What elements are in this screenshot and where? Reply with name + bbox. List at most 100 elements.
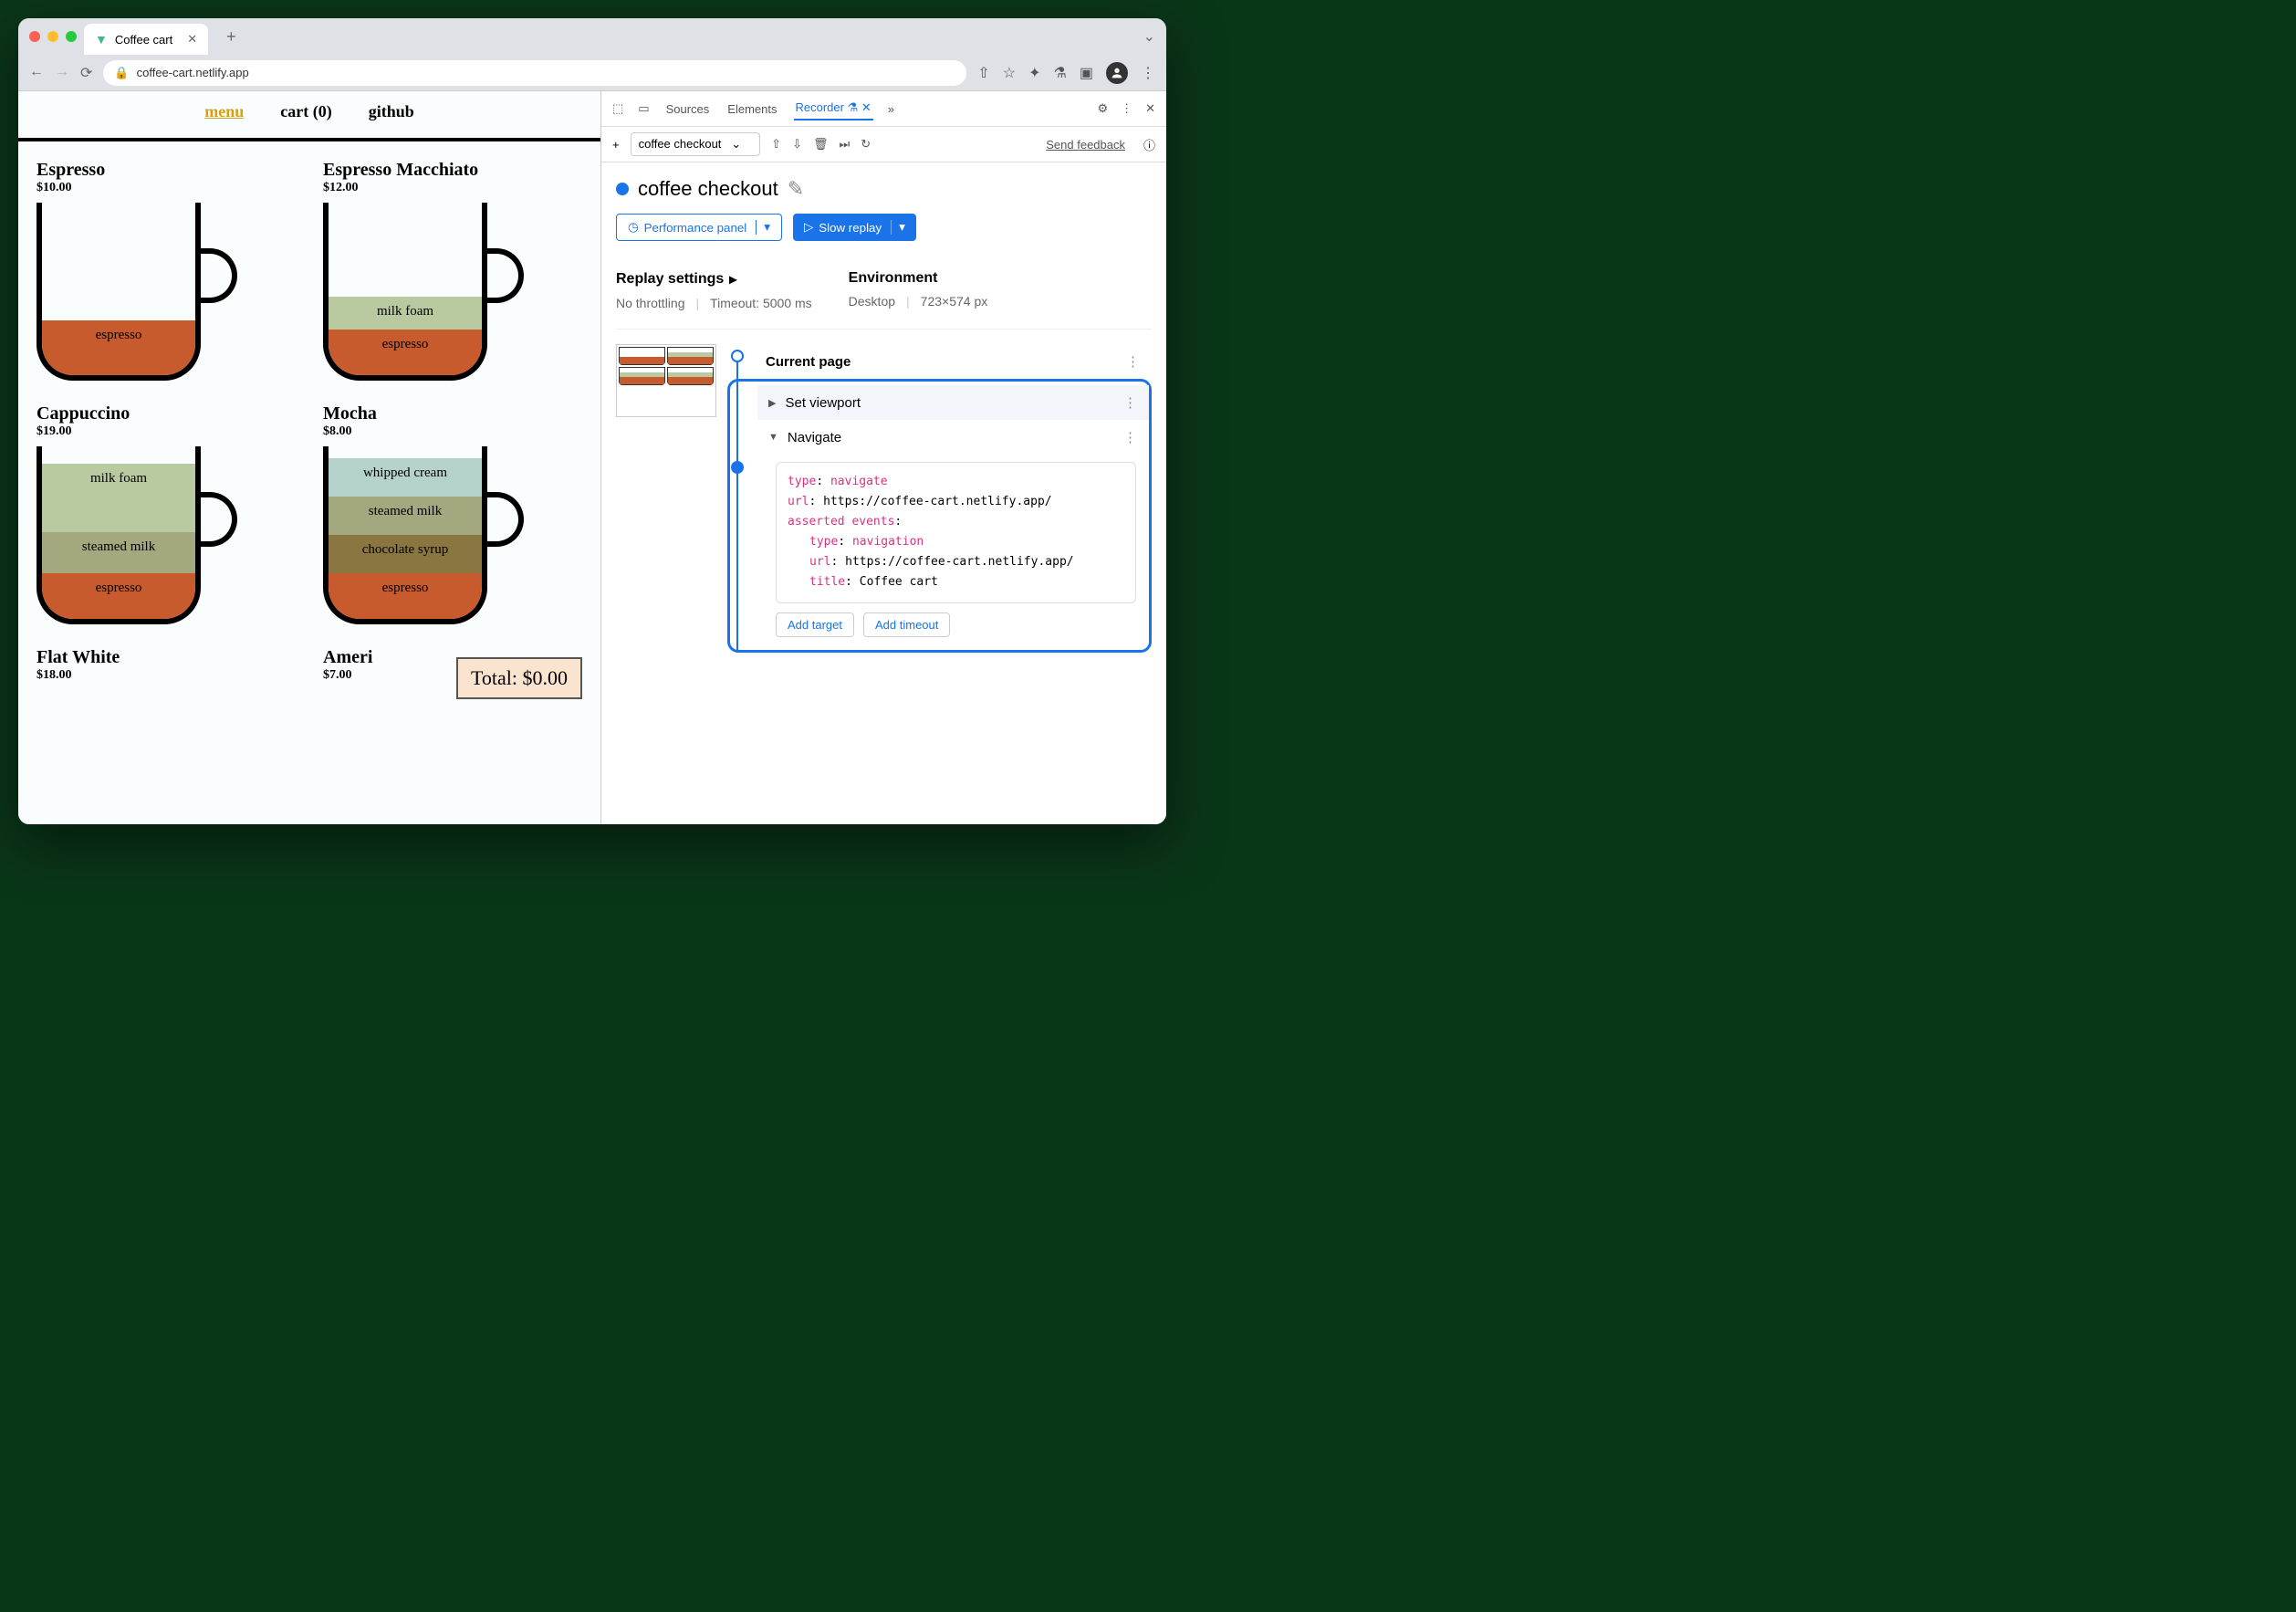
nav-menu-link[interactable]: menu: [204, 102, 244, 121]
tab-title: Coffee cart: [115, 33, 172, 47]
total-badge[interactable]: Total: $0.00: [456, 657, 582, 699]
close-devtools-icon[interactable]: ✕: [1145, 101, 1155, 116]
settings-row: Replay settings ▸ No throttling | Timeou…: [616, 259, 1152, 330]
mug-icon: whipped cream steamed milk chocolate syr…: [323, 446, 524, 629]
layer-espresso: espresso: [329, 330, 482, 375]
gauge-icon: ◷: [628, 220, 639, 235]
step-current-page[interactable]: Current page ⋮: [755, 344, 1152, 379]
viewport-value: 723×574 px: [921, 294, 988, 309]
chevron-down-icon[interactable]: ▾: [756, 220, 770, 235]
back-button[interactable]: ←: [29, 64, 44, 82]
maximize-window-button[interactable]: [66, 31, 77, 42]
help-icon[interactable]: ⓘ: [1143, 136, 1155, 153]
recording-title: coffee checkout: [638, 177, 778, 201]
labs-icon[interactable]: ⚗: [1054, 64, 1067, 82]
export-icon[interactable]: ⇧: [771, 137, 781, 152]
add-target-button[interactable]: Add target: [776, 612, 854, 637]
inspect-icon[interactable]: ⬚: [612, 101, 623, 116]
coffee-item-macchiato[interactable]: Espresso Macchiato $12.00 milk foam espr…: [323, 160, 582, 385]
menu-kebab-icon[interactable]: ⋮: [1141, 64, 1155, 82]
play-icon: ▷: [804, 220, 813, 235]
tabs-chevron-icon[interactable]: ⌄: [1143, 27, 1155, 46]
account-icon[interactable]: [1106, 62, 1128, 84]
coffee-price: $10.00: [37, 181, 296, 195]
tab-sources[interactable]: Sources: [664, 99, 712, 120]
edit-title-icon[interactable]: ✎: [788, 177, 804, 201]
step-action-buttons: Add target Add timeout: [776, 612, 1149, 637]
layer-espresso: espresso: [329, 573, 482, 619]
nav-github-link[interactable]: github: [369, 102, 414, 121]
close-tab-icon[interactable]: ✕: [187, 32, 197, 47]
send-feedback-link[interactable]: Send feedback: [1046, 138, 1125, 152]
coffee-price: $12.00: [323, 181, 582, 195]
devtools-kebab-icon[interactable]: ⋮: [1121, 101, 1132, 116]
titlebar: ▼ Coffee cart ✕ + ⌄: [18, 18, 1166, 55]
recording-dot-icon: [616, 183, 629, 195]
mug-icon: milk foam steamed milk espresso: [37, 446, 237, 629]
share-icon[interactable]: ⇧: [977, 64, 989, 82]
layer-espresso: espresso: [42, 320, 195, 375]
step-label: Current page: [766, 354, 851, 370]
step-kebab-icon[interactable]: ⋮: [1123, 394, 1138, 411]
chevron-right-icon: ▸: [729, 270, 736, 288]
layer-steamedmilk: steamed milk: [329, 497, 482, 535]
reload-button[interactable]: ⟳: [80, 64, 92, 82]
add-recording-icon[interactable]: +: [612, 138, 620, 152]
more-tabs-icon[interactable]: »: [888, 102, 894, 116]
add-timeout-button[interactable]: Add timeout: [863, 612, 950, 637]
step-kebab-icon[interactable]: ⋮: [1126, 353, 1141, 370]
coffee-price: $18.00: [37, 668, 296, 683]
recording-title-row: coffee checkout ✎: [616, 177, 1152, 201]
coffee-item-mocha[interactable]: Mocha $8.00 whipped cream steamed milk c…: [323, 403, 582, 629]
import-icon[interactable]: ⇩: [792, 137, 802, 152]
loop-icon[interactable]: ↻: [861, 137, 871, 152]
recording-select[interactable]: coffee checkout ⌄: [631, 132, 761, 156]
layer-milkfoam: milk foam: [329, 297, 482, 330]
slow-replay-button[interactable]: ▷ Slow replay ▾: [793, 214, 916, 241]
content-area: menu cart (0) github Espresso $10.00 esp…: [18, 91, 1166, 824]
extension-icon[interactable]: ✦: [1028, 64, 1040, 82]
nav-cart-link[interactable]: cart (0): [280, 102, 331, 121]
panel-icon[interactable]: ▣: [1080, 64, 1093, 82]
coffee-item-cappuccino[interactable]: Cappuccino $19.00 milk foam steamed milk…: [37, 403, 296, 629]
coffee-price: $8.00: [323, 424, 582, 439]
step-icon[interactable]: ⏭: [839, 137, 850, 152]
chevron-down-icon[interactable]: ▾: [891, 220, 905, 235]
app-nav: menu cart (0) github: [18, 91, 600, 132]
tab-elements[interactable]: Elements: [725, 99, 778, 120]
timeline: Current page ⋮ ▶ Set viewport ⋮ ▼: [616, 344, 1152, 653]
browser-tab[interactable]: ▼ Coffee cart ✕: [84, 24, 208, 55]
delete-icon[interactable]: 🗑: [813, 137, 829, 152]
url-input[interactable]: 🔒 coffee-cart.netlify.app: [103, 60, 966, 86]
app-pane: menu cart (0) github Espresso $10.00 esp…: [18, 91, 600, 824]
coffee-item-espresso[interactable]: Espresso $10.00 espresso: [37, 160, 296, 385]
step-set-viewport[interactable]: ▶ Set viewport ⋮: [757, 385, 1149, 420]
device-toggle-icon[interactable]: ▭: [638, 101, 649, 116]
action-buttons: ◷ Performance panel ▾ ▷ Slow replay ▾: [616, 214, 1152, 241]
environment-heading: Environment: [849, 270, 988, 287]
window-controls: [29, 31, 77, 42]
bookmark-icon[interactable]: ☆: [1003, 64, 1016, 82]
recorder-toolbar: + coffee checkout ⌄ ⇧ ⇩ 🗑 ⏭ ↻ Send feedb…: [601, 127, 1166, 162]
tab-recorder[interactable]: Recorder ⚗ ✕: [794, 97, 873, 120]
minimize-window-button[interactable]: [47, 31, 58, 42]
close-window-button[interactable]: [29, 31, 40, 42]
chevron-right-icon[interactable]: ▶: [768, 397, 776, 409]
lock-icon: 🔒: [114, 66, 129, 80]
url-text: coffee-cart.netlify.app: [137, 66, 249, 79]
screenshot-thumbnail[interactable]: [616, 344, 716, 417]
step-navigate[interactable]: ▼ Navigate ⋮: [757, 420, 1149, 455]
chevron-down-icon[interactable]: ▼: [768, 432, 778, 443]
mug-icon: milk foam espresso: [323, 203, 524, 385]
throttling-value: No throttling: [616, 296, 684, 310]
performance-panel-button[interactable]: ◷ Performance panel ▾: [616, 214, 782, 241]
environment-settings: Environment Desktop | 723×574 px: [849, 270, 988, 310]
address-icons: ⇧ ☆ ✦ ⚗ ▣ ⋮: [977, 62, 1155, 84]
forward-button[interactable]: →: [55, 64, 69, 82]
gear-icon[interactable]: ⚙: [1097, 101, 1108, 116]
coffee-item-flatwhite[interactable]: Flat White $18.00: [37, 647, 296, 690]
recorder-main: coffee checkout ✎ ◷ Performance panel ▾ …: [601, 162, 1166, 824]
replay-settings[interactable]: Replay settings ▸ No throttling | Timeou…: [616, 270, 812, 310]
new-tab-button[interactable]: +: [226, 27, 236, 47]
step-kebab-icon[interactable]: ⋮: [1123, 429, 1138, 445]
